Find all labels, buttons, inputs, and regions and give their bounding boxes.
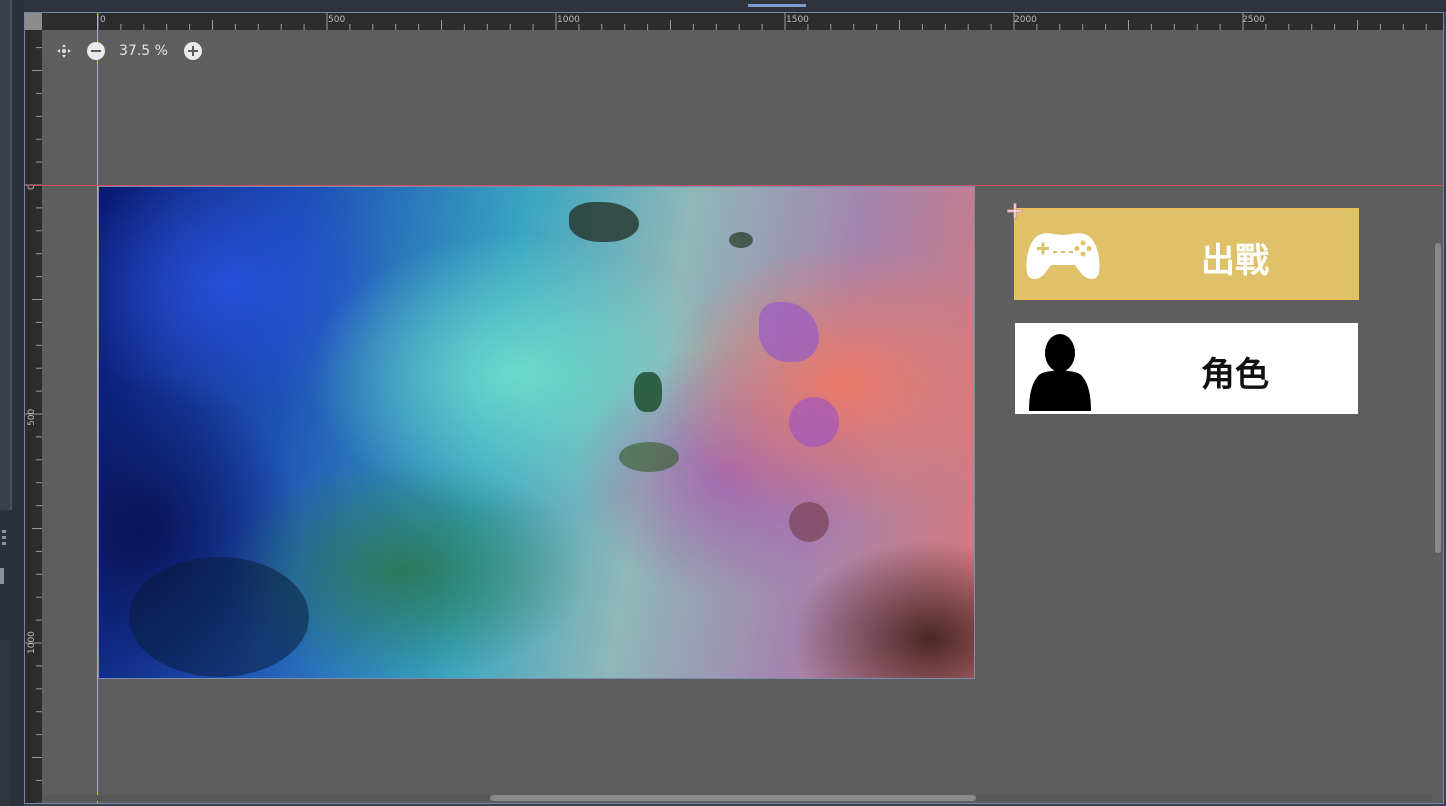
- texture-blot: [789, 502, 829, 542]
- ruler-h-label-2000: 2000: [1014, 15, 1037, 25]
- editor-window: 0 500 1000 1500 2000 2500 0 500 1000 37.…: [0, 0, 1446, 806]
- horizontal-ruler[interactable]: 0 500 1000 1500 2000 2500: [42, 13, 1443, 30]
- ruler-h-label-0: 0: [100, 15, 106, 25]
- texture-blot: [619, 442, 679, 472]
- left-panel-edge: [0, 0, 12, 510]
- texture-blot: [129, 557, 309, 677]
- battle-button[interactable]: 出戰: [1014, 208, 1359, 300]
- dock-splitter-handle[interactable]: [0, 568, 4, 584]
- texture-blot: [789, 397, 839, 447]
- pivot-crosshair-icon[interactable]: [1007, 203, 1023, 219]
- ruler-h-label-500: 500: [328, 15, 346, 25]
- zoom-out-button[interactable]: [87, 42, 105, 60]
- vertical-ruler[interactable]: 0 500 1000: [25, 30, 42, 803]
- person-icon: [1027, 331, 1093, 415]
- gamepad-icon: [1025, 229, 1101, 285]
- background-texture-rect[interactable]: [98, 186, 975, 679]
- minus-icon: [91, 50, 101, 52]
- vertical-scrollbar[interactable]: [1435, 243, 1441, 553]
- texture-blot: [634, 372, 662, 412]
- texture-blot: [729, 232, 753, 248]
- horizontal-scrollbar[interactable]: [490, 795, 976, 801]
- canvas-viewport[interactable]: 0 500 1000 1500 2000 2500 0 500 1000 37.…: [24, 12, 1444, 804]
- left-dock: [0, 0, 24, 806]
- editor-top-bar: [24, 0, 1446, 12]
- zoom-toolbar: 37.5 %: [55, 41, 202, 61]
- ruler-v-label-500: 500: [27, 408, 37, 426]
- zoom-in-button[interactable]: [183, 42, 202, 60]
- ruler-v-label-1000: 1000: [27, 631, 37, 654]
- vertical-guide-line[interactable]: [97, 13, 98, 803]
- battle-button-label: 出戰: [1201, 241, 1269, 281]
- ruler-h-label-2500: 2500: [1242, 15, 1265, 25]
- horizontal-guide-line[interactable]: [25, 185, 1443, 186]
- horizontal-ruler-ticks: [97, 13, 1427, 30]
- center-view-icon[interactable]: [55, 42, 73, 60]
- active-tab-indicator[interactable]: [748, 4, 806, 7]
- ruler-corner: [25, 13, 42, 30]
- zoom-level-label[interactable]: 37.5 %: [119, 43, 168, 59]
- texture-blot: [759, 302, 819, 362]
- character-button[interactable]: 角色: [1015, 323, 1358, 414]
- left-lower-panel: [0, 640, 10, 806]
- texture-blot: [569, 202, 639, 242]
- plus-icon: [187, 46, 198, 56]
- character-button-label: 角色: [1201, 355, 1269, 395]
- dock-grip-handle[interactable]: [2, 530, 6, 548]
- ruler-h-label-1000: 1000: [557, 15, 580, 25]
- ruler-h-label-1500: 1500: [786, 15, 809, 25]
